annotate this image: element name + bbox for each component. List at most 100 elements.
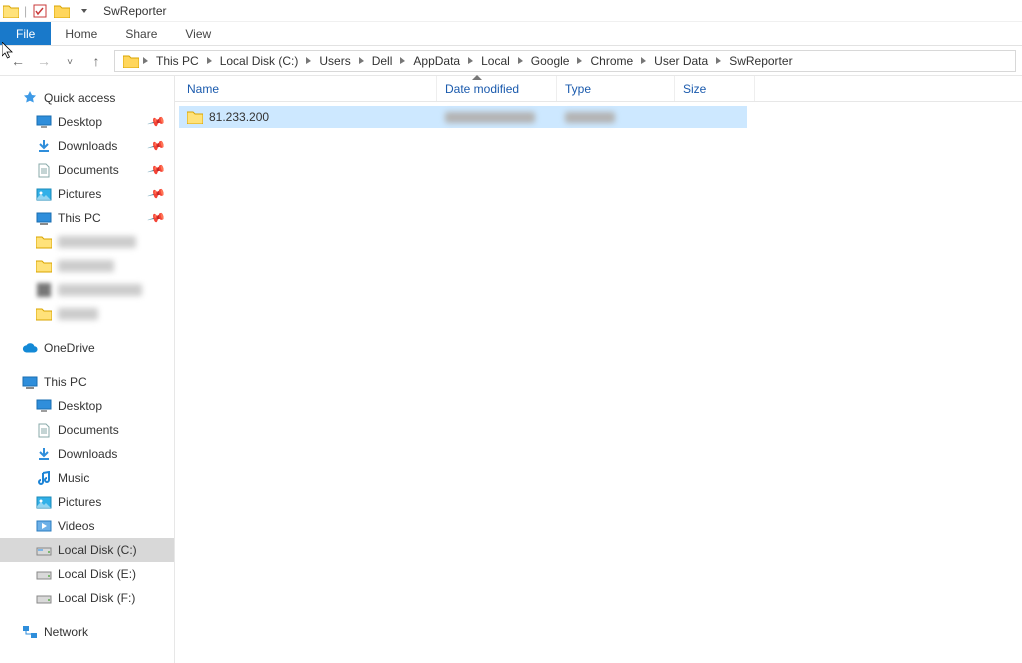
desktop-icon [36, 114, 52, 130]
nav-documents[interactable]: Documents 📌 [0, 158, 174, 182]
breadcrumb-root-icon[interactable] [117, 54, 141, 68]
nav-item-label: Local Disk (E:) [58, 567, 136, 581]
qat-separator: | [24, 4, 27, 18]
breadcrumb-chevron-icon[interactable] [400, 57, 405, 64]
col-header-size[interactable]: Size [675, 76, 755, 101]
desktop-icon [36, 398, 52, 414]
nav-thispc-music[interactable]: Music [0, 466, 174, 490]
ribbon-tab-share[interactable]: Share [111, 22, 171, 45]
nav-thispc-pinned[interactable]: This PC 📌 [0, 206, 174, 230]
redacted-text [445, 112, 535, 123]
breadcrumb-seg-c[interactable]: Local Disk (C:) [214, 54, 305, 68]
nav-forward-button[interactable] [32, 49, 56, 73]
drive-icon [36, 542, 52, 558]
thispc-icon [36, 210, 52, 226]
ribbon-tabs: File Home Share View [0, 22, 1022, 46]
nav-redacted-item[interactable] [0, 302, 174, 326]
file-row[interactable]: 81.233.200 [179, 106, 747, 128]
redacted-text [58, 284, 142, 296]
nav-onedrive[interactable]: OneDrive [0, 336, 174, 360]
title-bar: | SwReporter [0, 0, 1022, 22]
col-header-name[interactable]: Name [179, 76, 437, 101]
folder-icon [187, 109, 203, 125]
breadcrumb-chevron-icon[interactable] [641, 57, 646, 64]
nav-pictures[interactable]: Pictures 📌 [0, 182, 174, 206]
nav-up-button[interactable] [84, 49, 108, 73]
nav-item-label: This PC [44, 375, 87, 389]
breadcrumb-chevron-icon[interactable] [306, 57, 311, 64]
pin-icon: 📌 [147, 184, 167, 204]
file-type-cell [557, 112, 675, 123]
nav-item-label: Local Disk (F:) [58, 591, 135, 605]
qat-dropdown-icon[interactable] [75, 2, 93, 20]
redacted-text [565, 112, 615, 123]
breadcrumb-seg-chrome[interactable]: Chrome [584, 54, 639, 68]
breadcrumb[interactable]: This PC Local Disk (C:) Users Dell AppDa… [114, 50, 1016, 72]
nav-redacted-item[interactable] [0, 278, 174, 302]
documents-icon [36, 162, 52, 178]
properties-qat-icon[interactable] [31, 2, 49, 20]
pin-icon: 📌 [147, 112, 167, 132]
nav-item-label: Local Disk (C:) [58, 543, 137, 557]
nav-thispc-desktop[interactable]: Desktop [0, 394, 174, 418]
nav-thispc-documents[interactable]: Documents [0, 418, 174, 442]
breadcrumb-chevron-icon[interactable] [518, 57, 523, 64]
ribbon-tab-home[interactable]: Home [51, 22, 111, 45]
col-header-type[interactable]: Type [557, 76, 675, 101]
nav-item-label: Videos [58, 519, 94, 533]
nav-network[interactable]: Network [0, 620, 174, 644]
breadcrumb-chevron-icon[interactable] [577, 57, 582, 64]
nav-redacted-item[interactable] [0, 230, 174, 254]
videos-icon [36, 518, 52, 534]
cursor-icon [2, 42, 15, 60]
folder-icon [36, 258, 52, 274]
nav-thispc-f[interactable]: Local Disk (F:) [0, 586, 174, 610]
nav-thispc-pictures[interactable]: Pictures [0, 490, 174, 514]
redacted-text [58, 236, 136, 248]
breadcrumb-chevron-icon[interactable] [468, 57, 473, 64]
nav-item-label: Pictures [58, 495, 101, 509]
ribbon-tab-view[interactable]: View [171, 22, 225, 45]
col-header-date[interactable]: Date modified [437, 76, 557, 101]
nav-thispc-videos[interactable]: Videos [0, 514, 174, 538]
folder-qat-icon[interactable] [53, 2, 71, 20]
nav-thispc[interactable]: This PC [0, 370, 174, 394]
breadcrumb-seg-local[interactable]: Local [475, 54, 516, 68]
breadcrumb-seg-swreporter[interactable]: SwReporter [723, 54, 798, 68]
folder-icon [36, 234, 52, 250]
breadcrumb-seg-appdata[interactable]: AppData [407, 54, 466, 68]
content-pane: Name Date modified Type Size 81.233.200 [175, 76, 1022, 663]
nav-item-label: OneDrive [44, 341, 95, 355]
nav-recent-button[interactable] [58, 49, 82, 73]
file-name-cell: 81.233.200 [179, 109, 437, 125]
breadcrumb-seg-google[interactable]: Google [525, 54, 576, 68]
nav-item-label: Documents [58, 423, 119, 437]
breadcrumb-chevron-icon[interactable] [207, 57, 212, 64]
nav-redacted-item[interactable] [0, 254, 174, 278]
arrow-up-icon [93, 53, 100, 69]
pin-icon: 📌 [147, 208, 167, 228]
downloads-icon [36, 446, 52, 462]
nav-thispc-downloads[interactable]: Downloads [0, 442, 174, 466]
nav-thispc-c[interactable]: Local Disk (C:) [0, 538, 174, 562]
folder-icon [2, 2, 20, 20]
breadcrumb-chevron-icon[interactable] [359, 57, 364, 64]
nav-item-label: Desktop [58, 115, 102, 129]
nav-quick-access[interactable]: Quick access [0, 86, 174, 110]
nav-item-label: Music [58, 471, 89, 485]
nav-thispc-e[interactable]: Local Disk (E:) [0, 562, 174, 586]
network-icon [22, 624, 38, 640]
nav-item-label: Downloads [58, 447, 117, 461]
breadcrumb-seg-userdata[interactable]: User Data [648, 54, 714, 68]
nav-downloads[interactable]: Downloads 📌 [0, 134, 174, 158]
breadcrumb-chevron-icon[interactable] [143, 57, 148, 64]
pictures-icon [36, 186, 52, 202]
nav-item-label: Network [44, 625, 88, 639]
breadcrumb-seg-dell[interactable]: Dell [366, 54, 399, 68]
drive-icon [36, 566, 52, 582]
nav-quick-access-label: Quick access [44, 91, 115, 105]
nav-desktop[interactable]: Desktop 📌 [0, 110, 174, 134]
breadcrumb-seg-thispc[interactable]: This PC [150, 54, 205, 68]
breadcrumb-chevron-icon[interactable] [716, 57, 721, 64]
breadcrumb-seg-users[interactable]: Users [313, 54, 356, 68]
